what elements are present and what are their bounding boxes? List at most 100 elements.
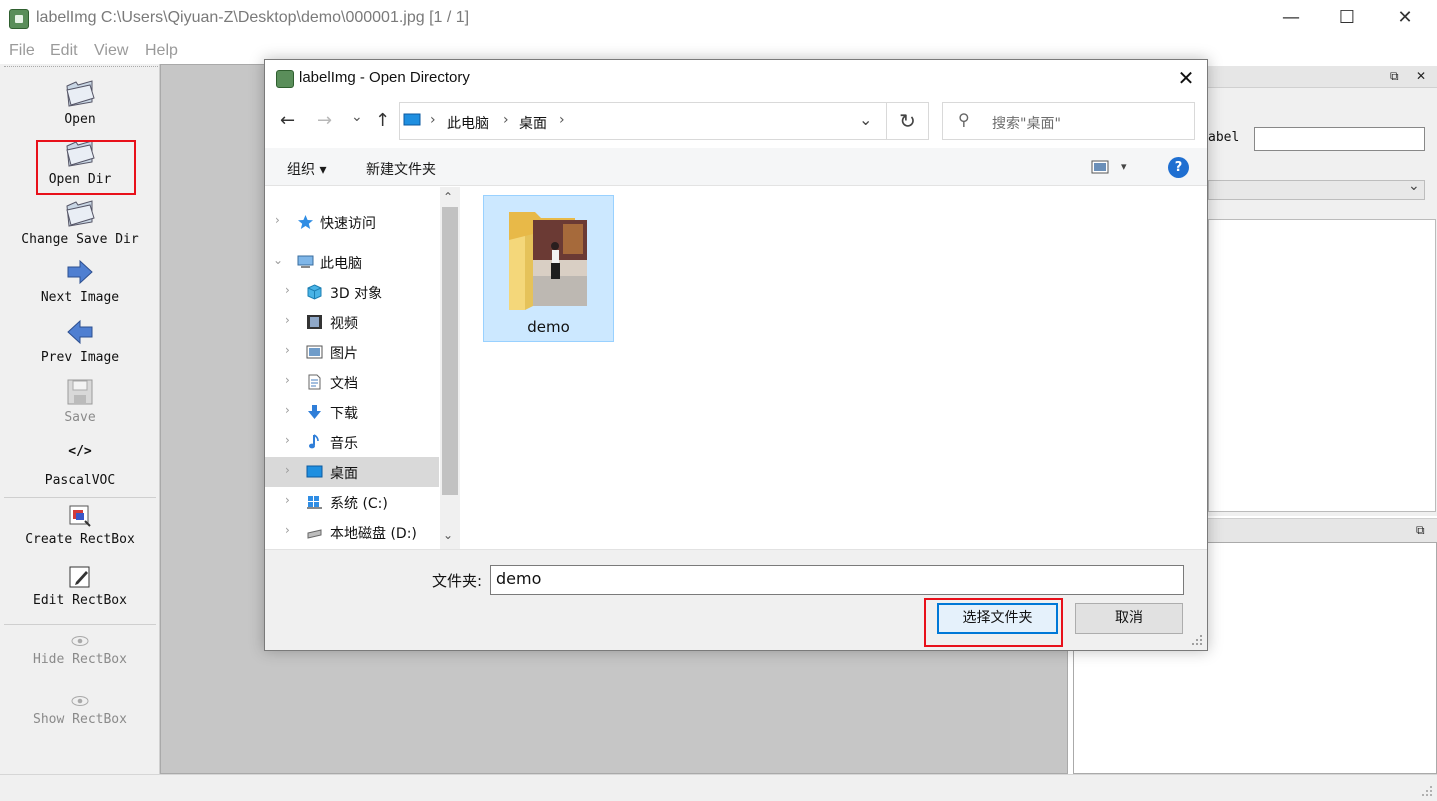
refresh-button[interactable]: ↻ — [887, 102, 929, 140]
next-image-label: Next Image — [40, 290, 120, 305]
close-button[interactable]: ✕ — [1376, 0, 1434, 38]
breadcrumb-this-pc[interactable]: 此电脑 — [447, 113, 489, 133]
scroll-up-arrow-icon[interactable]: ⌃ — [443, 190, 453, 204]
prev-image-button[interactable]: Prev Image — [0, 318, 160, 365]
menu-file[interactable]: File — [9, 42, 35, 60]
breadcrumb-separator: › — [503, 112, 509, 128]
menu-edit[interactable]: Edit — [50, 42, 78, 60]
show-rectbox-label: Show RectBox — [33, 712, 127, 727]
nav-label: 快速访问 — [320, 216, 376, 232]
maximize-button[interactable]: ☐ — [1318, 0, 1376, 38]
windows-drive-icon — [307, 496, 322, 509]
cube-icon — [307, 284, 322, 300]
new-folder-button[interactable]: 新建文件夹 — [366, 159, 436, 179]
folder-name: demo — [527, 318, 570, 336]
change-save-dir-button[interactable]: Change Save Dir — [0, 198, 160, 247]
resize-grip-icon[interactable] — [1420, 784, 1434, 798]
expand-arrow-icon: › — [285, 343, 290, 357]
label-combo[interactable] — [1208, 180, 1425, 200]
folder-open-icon — [66, 200, 95, 227]
arrow-right-icon — [67, 259, 93, 285]
save-button[interactable]: Save — [0, 378, 160, 425]
expand-arrow-icon: › — [285, 403, 290, 417]
default-label-input[interactable] — [1254, 127, 1425, 151]
dock-float-icon[interactable]: ⧉ — [1416, 523, 1425, 538]
expand-arrow-icon: › — [285, 523, 290, 537]
drive-icon — [307, 529, 322, 539]
recent-locations-button[interactable]: ⌄ — [351, 109, 363, 125]
dialog-resize-grip-icon[interactable] — [1192, 635, 1204, 647]
nav-pictures[interactable]: › 图片 — [265, 337, 439, 367]
format-toggle-button[interactable]: PascalVOC — [0, 473, 160, 488]
nav-system-c[interactable]: › 系统 (C:) — [265, 487, 439, 517]
edit-rectbox-button[interactable]: Edit RectBox — [0, 565, 160, 608]
window-title: labelImg C:\Users\Qiyuan-Z\Desktop\demo\… — [36, 9, 470, 26]
expand-arrow-icon: › — [285, 373, 290, 387]
label-list[interactable] — [1208, 219, 1436, 512]
nav-scrollbar-thumb[interactable] — [442, 207, 458, 495]
address-dropdown-button[interactable]: ⌄ — [859, 110, 872, 129]
toolbar-separator — [4, 497, 156, 498]
nav-label: 系统 (C:) — [330, 496, 388, 512]
breadcrumb-desktop[interactable]: 桌面 — [519, 113, 547, 133]
dialog-close-button[interactable]: ✕ — [1166, 62, 1206, 94]
status-bar — [0, 774, 1437, 801]
file-list-dock-header — [1208, 518, 1437, 542]
nav-this-pc[interactable]: ⌄ 此电脑 — [265, 247, 439, 277]
nav-desktop[interactable]: › 桌面 — [265, 457, 439, 487]
default-label-text: abel — [1208, 130, 1240, 145]
search-box[interactable] — [942, 102, 1195, 140]
dialog-title: labelImg - Open Directory — [299, 69, 470, 86]
nav-label: 文档 — [330, 376, 358, 392]
nav-label: 下载 — [330, 406, 358, 422]
help-icon[interactable]: ? — [1168, 157, 1189, 178]
menu-help[interactable]: Help — [145, 42, 178, 60]
chevron-down-icon: ⌄ — [1408, 178, 1420, 194]
picture-icon — [306, 345, 323, 359]
nav-label: 音乐 — [330, 436, 358, 452]
forward-button[interactable]: → — [317, 110, 332, 131]
download-icon — [308, 405, 321, 419]
next-image-button[interactable]: Next Image — [0, 258, 160, 305]
nav-documents[interactable]: › 文档 — [265, 367, 439, 397]
organize-button[interactable]: 组织 ▾ — [287, 159, 326, 179]
toolbar-grip — [4, 66, 158, 69]
view-menu-button[interactable]: ▾ — [1121, 160, 1127, 173]
nav-label: 图片 — [330, 346, 358, 362]
open-button[interactable]: Open — [0, 78, 160, 127]
expand-arrow-icon: › — [285, 463, 290, 477]
nav-3d-objects[interactable]: › 3D 对象 — [265, 277, 439, 307]
create-rectbox-icon — [69, 505, 91, 527]
nav-local-disk-d[interactable]: › 本地磁盘 (D:) — [265, 517, 439, 547]
format-label: PascalVOC — [44, 473, 116, 488]
up-button[interactable]: ↑ — [375, 110, 390, 131]
save-disk-icon — [67, 379, 93, 405]
back-button[interactable]: ← — [280, 110, 295, 131]
monitor-icon — [403, 113, 421, 126]
expand-arrow-icon: › — [285, 313, 290, 327]
labelimg-app-icon — [276, 70, 294, 88]
hide-rectbox-button[interactable]: Hide RectBox — [0, 634, 160, 667]
prev-image-label: Prev Image — [40, 350, 120, 365]
scroll-down-arrow-icon[interactable]: ⌄ — [443, 528, 453, 542]
show-rectbox-button[interactable]: Show RectBox — [0, 694, 160, 727]
cancel-button[interactable]: 取消 — [1075, 603, 1183, 634]
save-label: Save — [64, 410, 96, 425]
nav-music[interactable]: › 音乐 — [265, 427, 439, 457]
nav-quick-access[interactable]: › 快速访问 — [265, 207, 439, 237]
dock-close-icon[interactable]: ✕ — [1416, 69, 1426, 83]
dock-float-icon[interactable]: ⧉ — [1390, 69, 1399, 84]
folder-field-label: 文件夹: — [432, 572, 483, 590]
folder-name-input[interactable]: demo — [490, 565, 1184, 595]
minimize-button[interactable]: — — [1262, 0, 1320, 38]
expand-arrow-icon: › — [285, 493, 290, 507]
create-rectbox-button[interactable]: Create RectBox — [0, 504, 160, 547]
view-options-icon[interactable] — [1091, 160, 1109, 174]
menu-view[interactable]: View — [94, 42, 128, 60]
expand-arrow-icon: › — [285, 433, 290, 447]
nav-downloads[interactable]: › 下载 — [265, 397, 439, 427]
breadcrumb-separator: › — [430, 112, 436, 128]
select-folder-highlight — [924, 598, 1063, 647]
nav-videos[interactable]: › 视频 — [265, 307, 439, 337]
nav-label: 视频 — [330, 316, 358, 332]
